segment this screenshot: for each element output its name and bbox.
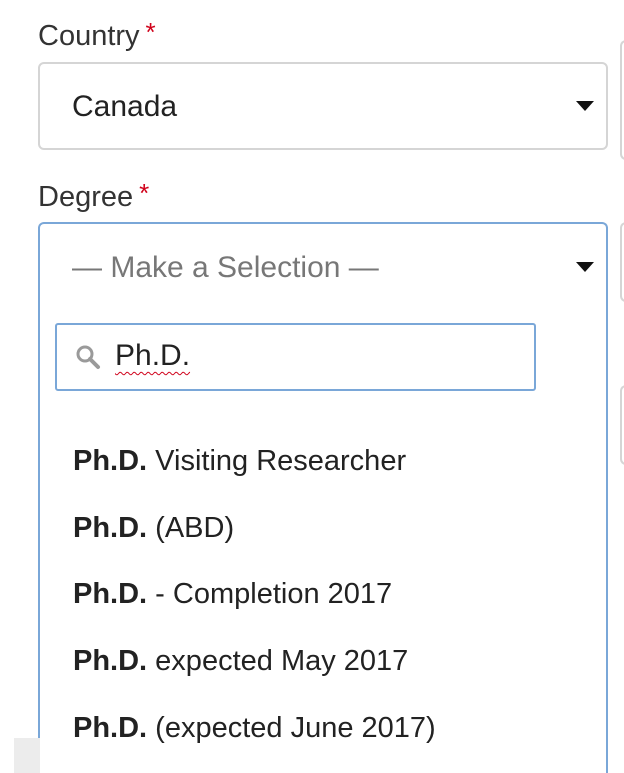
option-rest-text: (ABD) [147, 512, 235, 544]
degree-form: Country * Canada Degree * — Make a Selecti… [0, 0, 624, 773]
search-icon [76, 345, 100, 369]
background-strip [14, 738, 40, 773]
country-selected-value: Canada [72, 90, 178, 123]
option-match-text: Ph.D. [73, 512, 148, 544]
degree-required-mark: * [139, 178, 150, 208]
country-label: Country * [38, 19, 156, 52]
option-item[interactable]: Ph.D. expected May 2017 [73, 645, 408, 678]
option-rest-text: (expected June 2017) [147, 712, 436, 744]
option-item[interactable]: Ph.D. (expected June 2017) [73, 712, 436, 745]
degree-placeholder: — Make a Selection — [72, 251, 379, 284]
option-match-text: Ph.D. [73, 445, 148, 477]
neighbor-field-edge [620, 222, 624, 302]
search-input-value: Ph.D. [115, 339, 191, 372]
caret-down-icon[interactable] [576, 262, 594, 272]
caret-down-icon [576, 101, 594, 111]
option-item[interactable]: Ph.D. (ABD) [73, 512, 234, 545]
country-required-mark: * [145, 17, 156, 47]
neighbor-field-edge [620, 385, 624, 465]
degree-search-input[interactable]: Ph.D. [55, 323, 536, 391]
degree-options-list: Ph.D. Visiting Researcher Ph.D. (ABD) Ph… [40, 400, 606, 773]
degree-label: Degree * [38, 180, 149, 213]
country-label-text: Country [38, 20, 140, 52]
neighbor-field-edge [620, 40, 624, 160]
option-match-text: Ph.D. [73, 712, 148, 744]
degree-label-text: Degree [38, 181, 134, 213]
country-select[interactable]: Canada [38, 62, 608, 150]
option-item[interactable]: Ph.D. - Completion 2017 [73, 578, 392, 611]
option-match-text: Ph.D. [73, 578, 148, 610]
option-match-text: Ph.D. [73, 645, 148, 677]
option-rest-text: - Completion 2017 [147, 578, 393, 610]
option-item[interactable]: Ph.D. Visiting Researcher [73, 445, 406, 478]
option-rest-text: Visiting Researcher [147, 445, 407, 477]
option-rest-text: expected May 2017 [147, 645, 409, 677]
